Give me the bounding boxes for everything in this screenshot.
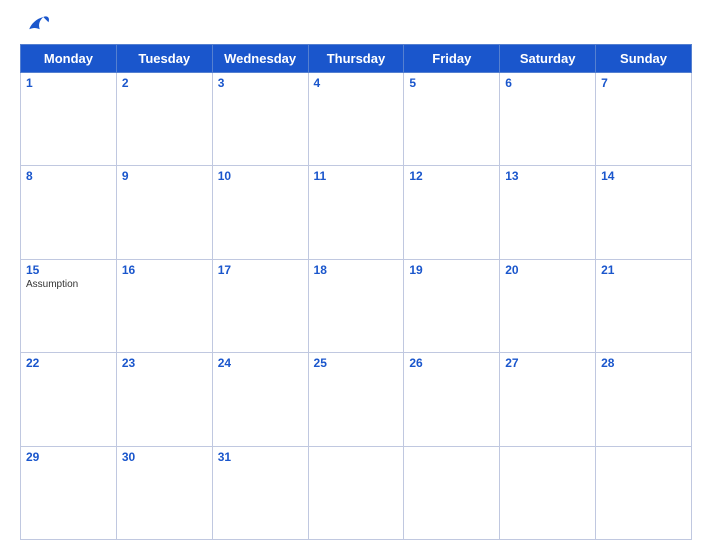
calendar-day-cell: 5 [404, 73, 500, 166]
calendar-week-row: 89 10 11 12 13 14 [21, 166, 692, 259]
calendar-week-row: 29 30 31 [21, 446, 692, 539]
calendar-day-cell: 9 [116, 166, 212, 259]
holiday-label: Assumption [26, 279, 111, 290]
logo-bird-icon [24, 10, 52, 38]
calendar-day-cell: 19 [404, 259, 500, 352]
day-number: 12 [409, 169, 494, 183]
day-number: 5 [409, 76, 494, 90]
calendar-day-cell [596, 446, 692, 539]
weekday-header-saturday: Saturday [500, 45, 596, 73]
calendar-day-cell: 28 [596, 353, 692, 446]
day-number: 17 [218, 263, 303, 277]
calendar-day-cell: 10 [212, 166, 308, 259]
day-number: 15 [26, 263, 111, 277]
weekday-header-tuesday: Tuesday [116, 45, 212, 73]
calendar-day-cell: 13 [500, 166, 596, 259]
day-number: 23 [122, 356, 207, 370]
day-number: 31 [218, 450, 303, 464]
calendar-day-cell: 27 [500, 353, 596, 446]
calendar-day-cell: 31 [212, 446, 308, 539]
day-number: 20 [505, 263, 590, 277]
day-number: 10 [218, 169, 303, 183]
calendar-day-cell [308, 446, 404, 539]
calendar-day-cell: 6 [500, 73, 596, 166]
calendar-day-cell: 3 [212, 73, 308, 166]
calendar-week-row: 1234567 [21, 73, 692, 166]
calendar-day-cell [404, 446, 500, 539]
weekday-header-thursday: Thursday [308, 45, 404, 73]
calendar-day-cell: 12 [404, 166, 500, 259]
day-number: 22 [26, 356, 111, 370]
weekday-header-monday: Monday [21, 45, 117, 73]
calendar-day-cell: 20 [500, 259, 596, 352]
calendar-day-cell: 14 [596, 166, 692, 259]
day-number: 18 [314, 263, 399, 277]
day-number: 21 [601, 263, 686, 277]
calendar-day-cell: 29 [21, 446, 117, 539]
calendar-day-cell: 23 [116, 353, 212, 446]
calendar-week-row: 22 23 24 25 26 27 28 [21, 353, 692, 446]
day-number: 13 [505, 169, 590, 183]
weekday-header-wednesday: Wednesday [212, 45, 308, 73]
calendar-day-cell: 25 [308, 353, 404, 446]
day-number: 19 [409, 263, 494, 277]
weekday-header-friday: Friday [404, 45, 500, 73]
day-number: 28 [601, 356, 686, 370]
calendar-day-cell: 24 [212, 353, 308, 446]
day-number: 29 [26, 450, 111, 464]
day-number: 25 [314, 356, 399, 370]
day-number: 2 [122, 76, 207, 90]
calendar-day-cell: 26 [404, 353, 500, 446]
weekday-header-row: MondayTuesdayWednesdayThursdayFridaySatu… [21, 45, 692, 73]
calendar-day-cell: 15 Assumption [21, 259, 117, 352]
calendar-day-cell: 16 [116, 259, 212, 352]
day-number: 26 [409, 356, 494, 370]
calendar-day-cell: 4 [308, 73, 404, 166]
calendar-day-cell: 17 [212, 259, 308, 352]
calendar-day-cell: 1 [21, 73, 117, 166]
day-number: 8 [26, 169, 111, 183]
calendar-day-cell: 22 [21, 353, 117, 446]
day-number: 24 [218, 356, 303, 370]
calendar-day-cell: 7 [596, 73, 692, 166]
day-number: 4 [314, 76, 399, 90]
day-number: 6 [505, 76, 590, 90]
day-number: 1 [26, 76, 111, 90]
logo [24, 10, 56, 38]
calendar-table: MondayTuesdayWednesdayThursdayFridaySatu… [20, 44, 692, 540]
calendar-day-cell: 30 [116, 446, 212, 539]
calendar-day-cell: 8 [21, 166, 117, 259]
weekday-header-sunday: Sunday [596, 45, 692, 73]
day-number: 27 [505, 356, 590, 370]
calendar-week-row: 15 Assumption 16 17 18 19 20 21 [21, 259, 692, 352]
day-number: 9 [122, 169, 207, 183]
day-number: 16 [122, 263, 207, 277]
day-number: 14 [601, 169, 686, 183]
calendar-day-cell: 18 [308, 259, 404, 352]
calendar-day-cell: 11 [308, 166, 404, 259]
day-number: 3 [218, 76, 303, 90]
day-number: 30 [122, 450, 207, 464]
day-number: 11 [314, 169, 399, 183]
calendar-day-cell [500, 446, 596, 539]
day-number: 7 [601, 76, 686, 90]
calendar-header [20, 10, 692, 38]
calendar-day-cell: 2 [116, 73, 212, 166]
calendar-day-cell: 21 [596, 259, 692, 352]
